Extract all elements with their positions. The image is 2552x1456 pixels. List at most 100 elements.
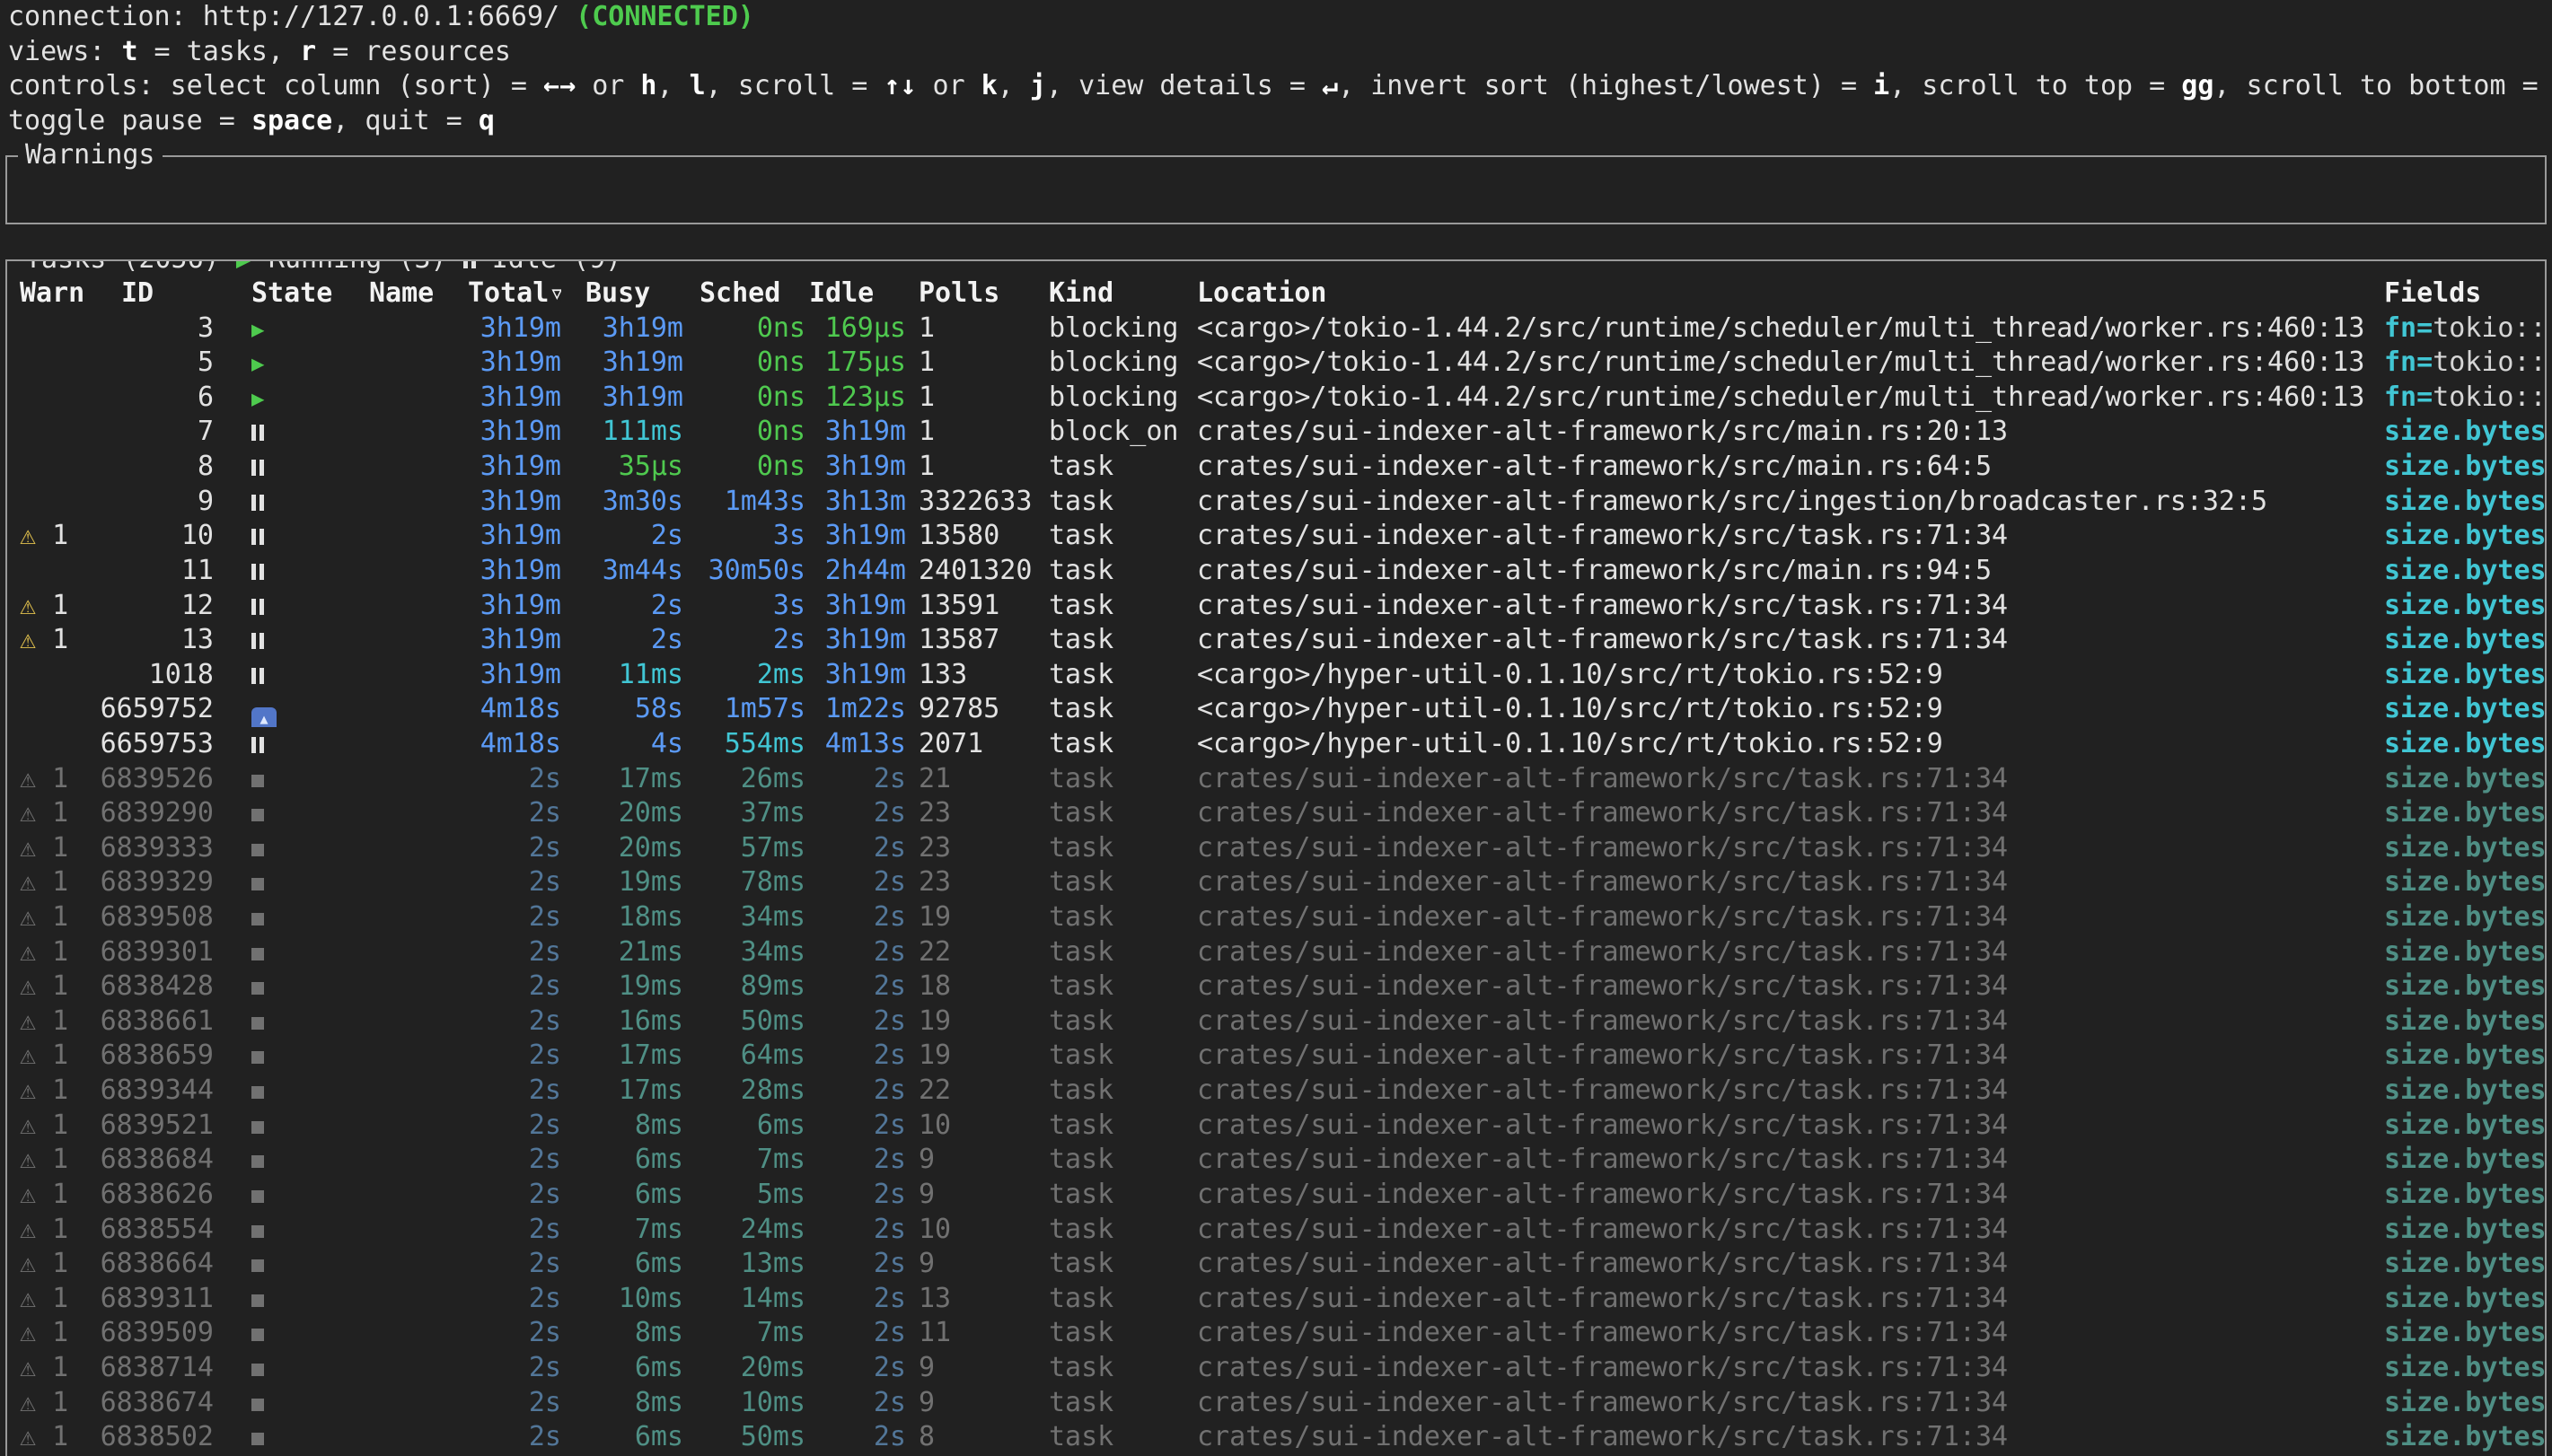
- warnings-panel: Warnings ⚠738 tasks are 1024 bytes or la…: [5, 155, 2547, 224]
- task-row[interactable]: 113h19m3m44s30m50s2h44m2401320taskcrates…: [7, 554, 2545, 589]
- task-row[interactable]: ⚠ 168386262s6ms5ms2s9taskcrates/sui-inde…: [7, 1178, 2545, 1213]
- column-header-state[interactable]: State: [214, 276, 369, 311]
- task-row[interactable]: 3▶3h19m3h19m0ns169µs1blocking<cargo>/tok…: [7, 311, 2545, 346]
- cell-idle: 2s: [805, 1351, 911, 1386]
- cell-fields: size.bytes=: [2379, 1420, 2547, 1455]
- cell-id: 3: [92, 311, 214, 346]
- task-row[interactable]: ⚠ 168386742s8ms10ms2s9taskcrates/sui-ind…: [7, 1386, 2545, 1421]
- column-header-id[interactable]: ID: [92, 276, 214, 311]
- state-completed-icon: [251, 1259, 264, 1272]
- column-header-kind[interactable]: Kind: [1042, 276, 1192, 311]
- task-row[interactable]: ⚠ 168395212s8ms6ms2s10taskcrates/sui-ind…: [7, 1109, 2545, 1144]
- cell-warn: ⚠ 1: [7, 865, 92, 900]
- cell-location: crates/sui-indexer-alt-framework/src/tas…: [1192, 1004, 2379, 1039]
- warnings-panel-title: Warnings: [18, 138, 163, 173]
- task-row[interactable]: ⚠ 168393112s10ms14ms2s13taskcrates/sui-i…: [7, 1282, 2545, 1317]
- task-row[interactable]: ⚠ 168393442s17ms28ms2s22taskcrates/sui-i…: [7, 1074, 2545, 1109]
- cell-total: 3h19m: [466, 519, 561, 554]
- task-row[interactable]: ⚠ 168386612s16ms50ms2s19taskcrates/sui-i…: [7, 1004, 2545, 1039]
- cell-kind: task: [1042, 623, 1192, 658]
- field-name: fn=: [2384, 346, 2433, 378]
- column-header-busy[interactable]: Busy: [561, 276, 683, 311]
- cell-fields: size.bytes=: [2379, 1351, 2547, 1386]
- cell-id: 6838626: [92, 1178, 214, 1213]
- cell-total: 3h19m: [466, 554, 561, 589]
- column-header-name[interactable]: Name: [369, 276, 466, 311]
- cell-kind: block_on: [1042, 415, 1192, 450]
- task-row[interactable]: ⚠ 1103h19m2s3s3h19m13580taskcrates/sui-i…: [7, 519, 2545, 554]
- column-header-location[interactable]: Location: [1192, 276, 2379, 311]
- task-row[interactable]: 73h19m111ms0ns3h19m1block_oncrates/sui-i…: [7, 415, 2545, 450]
- column-header-sched[interactable]: Sched: [683, 276, 805, 311]
- cell-fields: fn=tokio::r: [2379, 311, 2547, 346]
- cell-name: [369, 1420, 466, 1455]
- task-row[interactable]: ⚠ 168395082s18ms34ms2s19taskcrates/sui-i…: [7, 900, 2545, 935]
- task-row[interactable]: ⚠ 1133h19m2s2s3h19m13587taskcrates/sui-i…: [7, 623, 2545, 658]
- cell-fields: size.bytes=: [2379, 1074, 2547, 1109]
- cell-warn: ⚠ 1: [7, 1178, 92, 1213]
- cell-warn: ⚠ 1: [7, 623, 92, 658]
- text-segment: , scroll to bottom =: [2213, 70, 2552, 101]
- text-segment: , scroll to top =: [1889, 70, 2181, 101]
- column-header-polls[interactable]: Polls: [911, 276, 1042, 311]
- field-name: size.bytes=: [2384, 728, 2547, 759]
- cell-name: [369, 1178, 466, 1213]
- column-header-total[interactable]: Total▿: [466, 276, 561, 311]
- cell-polls: 13587: [911, 623, 1042, 658]
- cell-location: crates/sui-indexer-alt-framework/src/tas…: [1192, 1143, 2379, 1178]
- warning-icon: ⚠: [20, 1074, 36, 1106]
- cell-busy: 6ms: [561, 1178, 683, 1213]
- column-header-warn[interactable]: Warn: [7, 276, 92, 311]
- cell-idle: 3h19m: [805, 415, 911, 450]
- state-completed-icon: [251, 1225, 264, 1238]
- task-row[interactable]: 83h19m35µs0ns3h19m1taskcrates/sui-indexe…: [7, 450, 2545, 485]
- task-row[interactable]: ⚠ 168393012s21ms34ms2s22taskcrates/sui-i…: [7, 935, 2545, 970]
- cell-name: [369, 623, 466, 658]
- task-row[interactable]: 10183h19m11ms2ms3h19m133task<cargo>/hype…: [7, 658, 2545, 693]
- task-row[interactable]: ⚠ 168393292s19ms78ms2s23taskcrates/sui-i…: [7, 865, 2545, 900]
- task-row[interactable]: ⚠ 168393332s20ms57ms2s23taskcrates/sui-i…: [7, 831, 2545, 866]
- task-row[interactable]: 6659752▲4m18s58s1m57s1m22s92785task<carg…: [7, 692, 2545, 727]
- warning-icon: ⚠: [20, 1248, 36, 1279]
- task-row[interactable]: ⚠ 168386842s6ms7ms2s9taskcrates/sui-inde…: [7, 1143, 2545, 1178]
- cell-total: 2s: [466, 1039, 561, 1074]
- warning-icon: ⚠: [20, 520, 36, 551]
- cell-idle: 2s: [805, 865, 911, 900]
- task-row[interactable]: ⚠ 168385542s7ms24ms2s10taskcrates/sui-in…: [7, 1213, 2545, 1248]
- cell-warn: ⚠ 1: [7, 1351, 92, 1386]
- cell-fields: size.bytes=: [2379, 762, 2547, 797]
- task-row[interactable]: ⚠ 168384282s19ms89ms2s18taskcrates/sui-i…: [7, 969, 2545, 1004]
- task-row[interactable]: ⚠ 168392902s20ms37ms2s23taskcrates/sui-i…: [7, 796, 2545, 831]
- text-segment: gg: [2181, 70, 2213, 101]
- cell-state: [214, 796, 369, 831]
- task-row[interactable]: ⚠ 168395262s17ms26ms2s21taskcrates/sui-i…: [7, 762, 2545, 797]
- cell-busy: 20ms: [561, 831, 683, 866]
- column-header-idle[interactable]: Idle: [805, 276, 911, 311]
- column-header-fields[interactable]: Fields: [2379, 276, 2481, 311]
- text-segment: ←→: [543, 70, 576, 101]
- cell-fields: size.bytes=: [2379, 1039, 2547, 1074]
- task-row[interactable]: ⚠ 168386592s17ms64ms2s19taskcrates/sui-i…: [7, 1039, 2545, 1074]
- cell-polls: 19: [911, 1004, 1042, 1039]
- cell-location: <cargo>/tokio-1.44.2/src/runtime/schedul…: [1192, 381, 2379, 416]
- task-row[interactable]: 5▶3h19m3h19m0ns175µs1blocking<cargo>/tok…: [7, 346, 2545, 381]
- task-row[interactable]: ⚠ 168386642s6ms13ms2s9taskcrates/sui-ind…: [7, 1247, 2545, 1282]
- text-segment: ↑↓: [884, 70, 916, 101]
- task-row[interactable]: ⚠ 1123h19m2s3s3h19m13591taskcrates/sui-i…: [7, 589, 2545, 624]
- cell-polls: 13591: [911, 589, 1042, 624]
- task-row[interactable]: 66597534m18s4s554ms4m13s2071task<cargo>/…: [7, 727, 2545, 762]
- task-row[interactable]: ⚠ 168385022s6ms50ms2s8taskcrates/sui-ind…: [7, 1420, 2545, 1455]
- cell-name: [369, 519, 466, 554]
- cell-name: [369, 1213, 466, 1248]
- field-name: size.bytes=: [2384, 520, 2547, 551]
- cell-state: [214, 1420, 369, 1455]
- cell-polls: 21: [911, 762, 1042, 797]
- task-row[interactable]: ⚠ 168387142s6ms20ms2s9taskcrates/sui-ind…: [7, 1351, 2545, 1386]
- field-name: size.bytes=: [2384, 1179, 2547, 1210]
- cell-busy: 8ms: [561, 1316, 683, 1351]
- cell-sched: 64ms: [683, 1039, 805, 1074]
- task-row[interactable]: 93h19m3m30s1m43s3h13m3322633taskcrates/s…: [7, 485, 2545, 520]
- task-row[interactable]: 6▶3h19m3h19m0ns123µs1blocking<cargo>/tok…: [7, 381, 2545, 416]
- warning-icon: ⚠: [20, 901, 36, 933]
- task-row[interactable]: ⚠ 168395092s8ms7ms2s11taskcrates/sui-ind…: [7, 1316, 2545, 1351]
